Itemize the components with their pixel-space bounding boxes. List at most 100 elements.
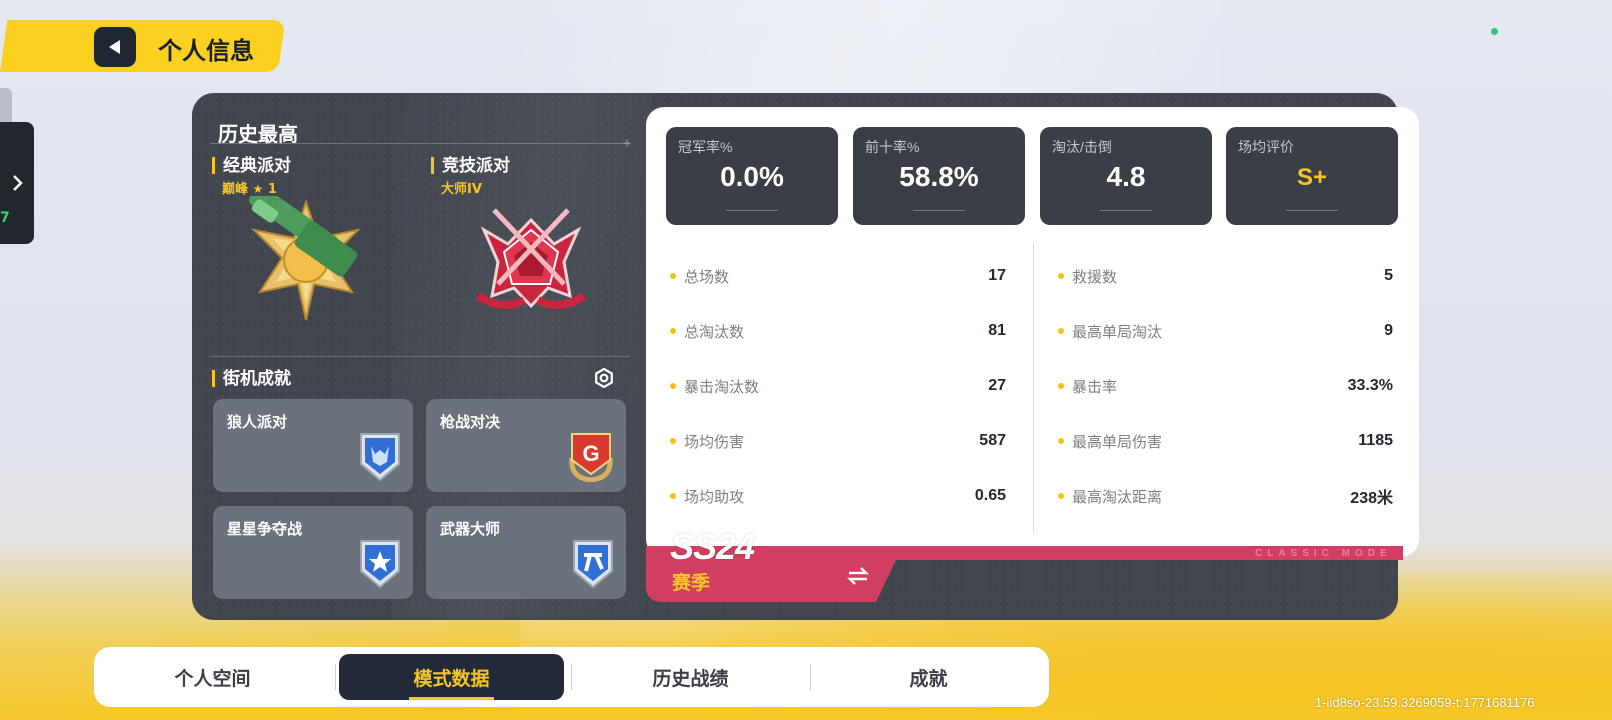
stat-label: 暴击率 — [1072, 378, 1118, 396]
side-badge: 7 — [0, 210, 10, 226]
stat-card-avg-rating: 场均评价 S+ — [1226, 127, 1398, 225]
stat-row: 暴击淘汰数 27 — [670, 375, 1006, 397]
stat-value: 238米 — [1350, 490, 1393, 507]
competitive-party-label: 竞技派对 — [431, 157, 510, 174]
star-emblem-icon — [360, 540, 400, 589]
stat-label: 最高单局伤害 — [1072, 433, 1163, 451]
classic-mode-tag: CLASSIC MODE — [1255, 548, 1392, 559]
stat-label: 总场数 — [684, 268, 730, 286]
active-tab-underline — [409, 697, 494, 700]
stat-label: 最高单局淘汰 — [1072, 323, 1163, 341]
stat-card-value: S+ — [1296, 164, 1328, 191]
tab-personal-space[interactable]: 个人空间 — [100, 654, 325, 700]
bullet-dot — [670, 493, 676, 499]
stat-row: 最高单局淘汰 9 — [1058, 320, 1393, 342]
stat-value: 5 — [1384, 267, 1393, 284]
tab-mode-data[interactable]: 模式数据 — [339, 654, 564, 700]
stat-card-label: 淘汰/击倒 — [1052, 139, 1112, 155]
stat-value: 1185 — [1358, 432, 1393, 449]
build-id: 1-iid8so-23.59.3269059-t:1771681176 — [1315, 695, 1535, 710]
tab-achievements[interactable]: 成就 — [816, 654, 1041, 700]
stat-label: 场均助攻 — [684, 488, 745, 506]
back-arrow-icon — [109, 40, 120, 54]
peak-rank-badge-icon[interactable] — [236, 196, 376, 321]
gear-icon[interactable] — [594, 368, 614, 388]
back-button[interactable] — [94, 27, 136, 67]
arcade-card-weapon-master[interactable]: 武器大师 — [426, 506, 626, 599]
arcade-card-gunfight[interactable]: 枪战对决 G — [426, 399, 626, 492]
stat-row: 救援数 5 — [1058, 265, 1393, 287]
classic-party-label: 经典派对 — [212, 157, 291, 174]
stat-card-top10-rate: 前十率% 58.8% — [853, 127, 1025, 225]
arcade-card-label: 武器大师 — [440, 521, 501, 538]
stat-value: 17 — [988, 267, 1006, 284]
master-rank-badge-icon[interactable] — [464, 200, 598, 316]
page-title: 个人信息 — [158, 38, 254, 65]
stat-label: 救援数 — [1072, 268, 1118, 286]
section-divider — [210, 356, 630, 357]
stat-card-underline — [913, 210, 965, 211]
stat-label: 最高淘汰距离 — [1072, 488, 1163, 506]
stats-column-divider — [1033, 242, 1034, 532]
tab-match-history[interactable]: 历史战绩 — [578, 654, 803, 700]
stat-row: 场均伤害 587 — [670, 430, 1006, 452]
history-divider — [210, 143, 630, 144]
arcade-card-werewolf[interactable]: 狼人派对 — [213, 399, 413, 492]
competitive-rank: 大师IV — [441, 182, 482, 197]
stat-card-label: 前十率% — [865, 139, 920, 155]
stat-value: 27 — [988, 377, 1006, 394]
status-dot — [1491, 28, 1498, 35]
arcade-card-label: 狼人派对 — [227, 414, 288, 431]
classic-rank: 巅峰 ★ 1 — [222, 182, 277, 197]
stat-value: 81 — [988, 322, 1006, 339]
star-icon: ★ — [252, 182, 264, 196]
stat-card-underline — [726, 210, 778, 211]
bullet-dot — [1058, 438, 1064, 444]
bullet-dot — [1058, 273, 1064, 279]
stat-label: 场均伤害 — [684, 433, 745, 451]
plus-icon: + — [622, 136, 633, 150]
bullet-dot — [670, 273, 676, 279]
arcade-achievements-title: 街机成就 — [212, 370, 291, 387]
tab-divider — [571, 664, 572, 690]
g-emblem-icon: G — [569, 433, 613, 482]
arcade-card-label: 枪战对决 — [440, 414, 501, 431]
side-tab-top — [0, 88, 12, 122]
stat-card-label: 场均评价 — [1238, 139, 1294, 155]
bullet-dot — [670, 328, 676, 334]
stat-card-underline — [1286, 210, 1338, 211]
stat-value: 587 — [979, 432, 1006, 449]
arcade-card-label: 星星争夺战 — [227, 521, 303, 538]
stat-row: 总场数 17 — [670, 265, 1006, 287]
stat-row: 最高单局伤害 1185 — [1058, 430, 1393, 452]
stat-card-value: 4.8 — [1106, 161, 1146, 192]
stat-card-value: 0.0% — [720, 161, 784, 192]
stat-card-win-rate: 冠军率% 0.0% — [666, 127, 838, 225]
stat-label: 暴击淘汰数 — [684, 378, 760, 396]
stat-card-value: 58.8% — [899, 161, 979, 192]
tab-divider — [335, 664, 336, 690]
stat-value: 33.3% — [1347, 377, 1393, 394]
stat-row: 场均助攻 0.65 — [670, 485, 1006, 507]
bullet-dot — [670, 383, 676, 389]
weapon-emblem-icon — [573, 540, 613, 589]
stat-value: 0.65 — [974, 487, 1006, 504]
bullet-dot — [1058, 383, 1064, 389]
stat-card-label: 冠军率% — [678, 139, 733, 155]
stat-row: 总淘汰数 81 — [670, 320, 1006, 342]
chevron-right-icon — [13, 175, 23, 191]
svg-text:G: G — [582, 441, 599, 466]
stat-card-kd: 淘汰/击倒 4.8 — [1040, 127, 1212, 225]
stat-label: 总淘汰数 — [684, 323, 745, 341]
season-label: 赛季 — [672, 573, 711, 594]
bullet-dot — [1058, 493, 1064, 499]
stat-row: 最高淘汰距离 238米 — [1058, 485, 1393, 507]
stat-row: 暴击率 33.3% — [1058, 375, 1393, 397]
wolf-emblem-icon — [360, 433, 400, 482]
season-code: SS24 — [670, 526, 755, 567]
bullet-dot — [1058, 328, 1064, 334]
arcade-card-star-battle[interactable]: 星星争夺战 — [213, 506, 413, 599]
swap-icon[interactable] — [846, 566, 870, 586]
tab-divider — [810, 664, 811, 690]
bullet-dot — [670, 438, 676, 444]
